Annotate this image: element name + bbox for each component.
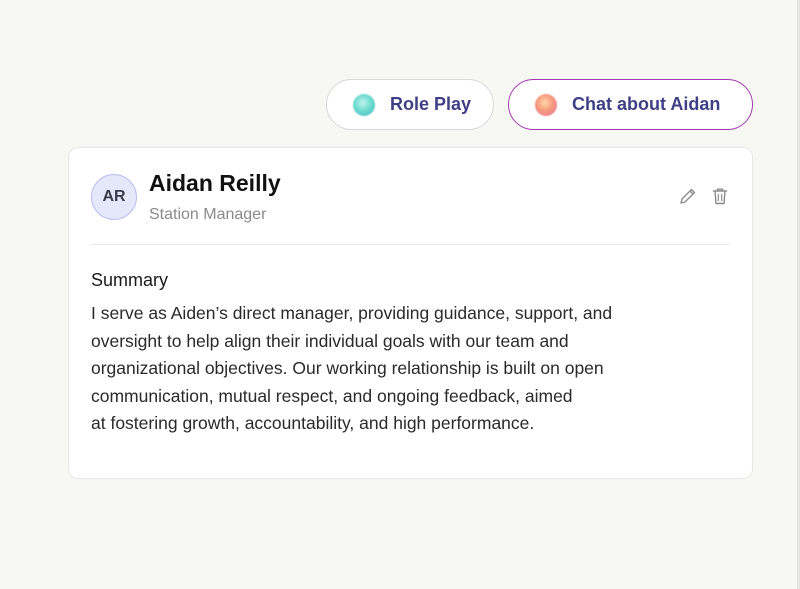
avatar-initials: AR: [102, 188, 126, 205]
summary-heading: Summary: [91, 270, 169, 290]
action-buttons: Role Play Chat about Aidan: [326, 79, 753, 130]
teal-orb-icon: [353, 93, 375, 116]
summary-line: communication, mutual respect, and ongoi…: [91, 385, 573, 406]
summary-line: at fostering growth, accountability, and…: [91, 413, 535, 433]
profile-name: Aidan Reilly: [149, 170, 281, 196]
page: Role Play Chat about Aidan AR Aidan Reil…: [0, 0, 800, 589]
pencil-icon[interactable]: [678, 186, 698, 206]
summary-line: I serve as Aiden’s direct manager, provi…: [91, 303, 613, 323]
summary-text: I serve as Aiden’s direct manager, provi…: [91, 300, 711, 438]
chat-about-button[interactable]: Chat about Aidan: [508, 79, 753, 130]
avatar: AR: [91, 174, 137, 220]
card-divider: [91, 244, 730, 245]
summary-line: oversight to help align their individual…: [91, 330, 569, 351]
role-play-label: Role Play: [390, 94, 472, 114]
role-play-button[interactable]: Role Play: [326, 79, 494, 130]
warm-orb-icon: [535, 93, 557, 116]
profile-card: AR Aidan Reilly Station Manager Summary …: [68, 147, 753, 479]
chat-about-label: Chat about Aidan: [572, 94, 721, 114]
summary-line: organizational objectives. Our working r…: [91, 358, 604, 378]
profile-title: Station Manager: [149, 206, 267, 223]
card-actions: [678, 186, 730, 206]
trash-icon[interactable]: [710, 186, 730, 206]
